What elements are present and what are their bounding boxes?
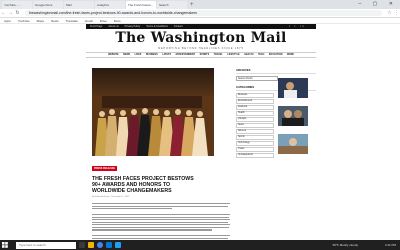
reload-icon[interactable]: ↻	[14, 10, 21, 16]
nav-item[interactable]: LIVES	[135, 54, 142, 56]
bookmark[interactable]: Gmail	[85, 19, 93, 23]
tab-label: Google Docs	[35, 3, 53, 7]
masthead: The Washington Mail REPORTING BEYOND HEA…	[86, 30, 316, 50]
article: PRESS RELEASE THE FRESH FACES PROJECT BE…	[92, 68, 234, 240]
bookmark[interactable]: Apps	[4, 19, 11, 23]
article-byline: By Editorial Board · December 7, 2022	[92, 196, 130, 198]
tab-label: Analytics	[97, 3, 110, 7]
category-badge[interactable]: PRESS RELEASE	[92, 166, 117, 171]
category-link[interactable]: Health	[236, 110, 274, 116]
browser-tab-bar: YouTube - ... Google Docs Mail Analytics…	[0, 0, 400, 9]
nav-item[interactable]: HEALTH	[244, 54, 253, 56]
window-controls[interactable]: – ▢ ✕	[359, 1, 398, 7]
category-link[interactable]: Lifestyle	[236, 116, 274, 122]
tab-label: Search	[159, 3, 169, 7]
site-top-strip: Front Page About Us Privacy Policy Terms…	[86, 24, 316, 29]
nav-item[interactable]: BUSINESS	[146, 54, 158, 56]
nav-item[interactable]: LATEST	[162, 54, 171, 56]
browser-tab[interactable]: Analytics	[95, 1, 125, 9]
weather-widget[interactable]: 65°F Mostly cloudy	[333, 243, 358, 247]
chrome-icon[interactable]	[97, 242, 103, 248]
sidebar-thumbnails	[278, 78, 316, 162]
browser-tab[interactable]: Search	[157, 1, 187, 9]
news-thumbnail[interactable]	[278, 134, 308, 154]
nav-item[interactable]: NEWS	[123, 54, 130, 56]
windows-taskbar: Type here to search 65°F Mostly cloudy 3…	[0, 240, 400, 250]
task-view-icon[interactable]	[79, 242, 85, 248]
nav-item[interactable]: MORE	[287, 54, 294, 56]
nav-item[interactable]: TECH	[258, 54, 264, 56]
top-link[interactable]: About Us	[108, 25, 118, 28]
browser-tab[interactable]: Google Docs	[33, 1, 63, 9]
bookmark[interactable]: Docs	[114, 19, 121, 23]
category-link[interactable]: Entertainment	[236, 98, 274, 104]
main-nav: WEBSITE NEWS LIVES BUSINESS LATEST ENTER…	[86, 52, 316, 58]
top-link[interactable]: Terms & Conditions	[146, 25, 168, 28]
bookmark[interactable]: YouTube	[18, 19, 30, 23]
archives-heading: ARCHIVES	[236, 68, 316, 74]
top-link[interactable]: Contact	[174, 25, 183, 28]
nav-item[interactable]: EDUCATION	[269, 54, 282, 56]
tab-label: The Fresh Faces...	[128, 3, 154, 7]
sidebar: ARCHIVES Select Month CATEGORIES Busines…	[236, 68, 316, 159]
taskbar-search[interactable]: Type here to search	[16, 241, 76, 249]
bookmark[interactable]: Drive	[100, 19, 107, 23]
forward-icon[interactable]: →	[7, 10, 14, 16]
article-hero-image	[92, 68, 214, 156]
social-icons[interactable]: f t in	[289, 25, 306, 28]
nav-item[interactable]: TRAVEL	[214, 54, 223, 56]
start-button[interactable]	[0, 240, 10, 250]
tab-label: Mail	[66, 3, 72, 7]
article-headline: THE FRESH FACES PROJECT BESTOWS 90+ AWAR…	[92, 176, 194, 194]
star-icon[interactable]: ☆	[386, 10, 393, 16]
category-link[interactable]: Technology	[236, 140, 274, 146]
article-body	[92, 203, 234, 240]
category-link[interactable]: Business	[236, 93, 274, 98]
web-page: Front Page About Us Privacy Policy Terms…	[0, 24, 400, 240]
tab-label: YouTube - ...	[4, 3, 21, 7]
nav-item[interactable]: ENTERTAINMENT	[176, 54, 195, 56]
nav-item[interactable]: LIFESTYLE	[227, 54, 239, 56]
top-link[interactable]: Front Page	[90, 25, 102, 28]
address-bar: ← → ↻ thewashingtonmail.com/the-fresh-fa…	[0, 9, 400, 18]
bookmark[interactable]: Maps	[37, 19, 44, 23]
bookmark[interactable]: Translate	[66, 19, 78, 23]
browser-tab[interactable]: YouTube - ...	[2, 1, 32, 9]
nav-item[interactable]: WEBSITE	[108, 54, 118, 56]
nav-item[interactable]: SPORTS	[200, 54, 209, 56]
new-tab-button[interactable]: +	[190, 1, 194, 9]
category-link[interactable]: Science	[236, 128, 274, 134]
category-link[interactable]: News	[236, 122, 274, 128]
category-link[interactable]: Uncategorized	[236, 152, 274, 158]
site-logo[interactable]: The Washington Mail	[86, 30, 316, 46]
group-photo	[92, 96, 214, 156]
archives-dropdown[interactable]: Select Month	[236, 76, 278, 81]
url-field[interactable]: thewashingtonmail.com/the-fresh-faces-pr…	[25, 10, 382, 16]
category-link[interactable]: Sports	[236, 134, 274, 140]
bookmark[interactable]: News	[51, 19, 59, 23]
back-icon[interactable]: ←	[0, 10, 7, 16]
news-thumbnail[interactable]	[278, 78, 308, 98]
site-tagline: REPORTING BEYOND HEADLINES SINCE 1875	[158, 47, 244, 50]
menu-icon[interactable]: ⋮	[393, 10, 400, 16]
news-thumbnail[interactable]	[278, 106, 308, 126]
edge-icon[interactable]	[106, 242, 112, 248]
file-explorer-icon[interactable]	[88, 242, 94, 248]
browser-tab-active[interactable]: The Fresh Faces...	[126, 1, 156, 9]
top-link[interactable]: Privacy Policy	[125, 25, 141, 28]
clock[interactable]: 3:11 PM	[385, 243, 396, 247]
browser-tab[interactable]: Mail	[64, 1, 94, 9]
mail-icon[interactable]	[115, 242, 121, 248]
category-link[interactable]: Travel	[236, 146, 274, 152]
category-link[interactable]: Featured	[236, 104, 274, 110]
windows-icon	[2, 242, 8, 248]
